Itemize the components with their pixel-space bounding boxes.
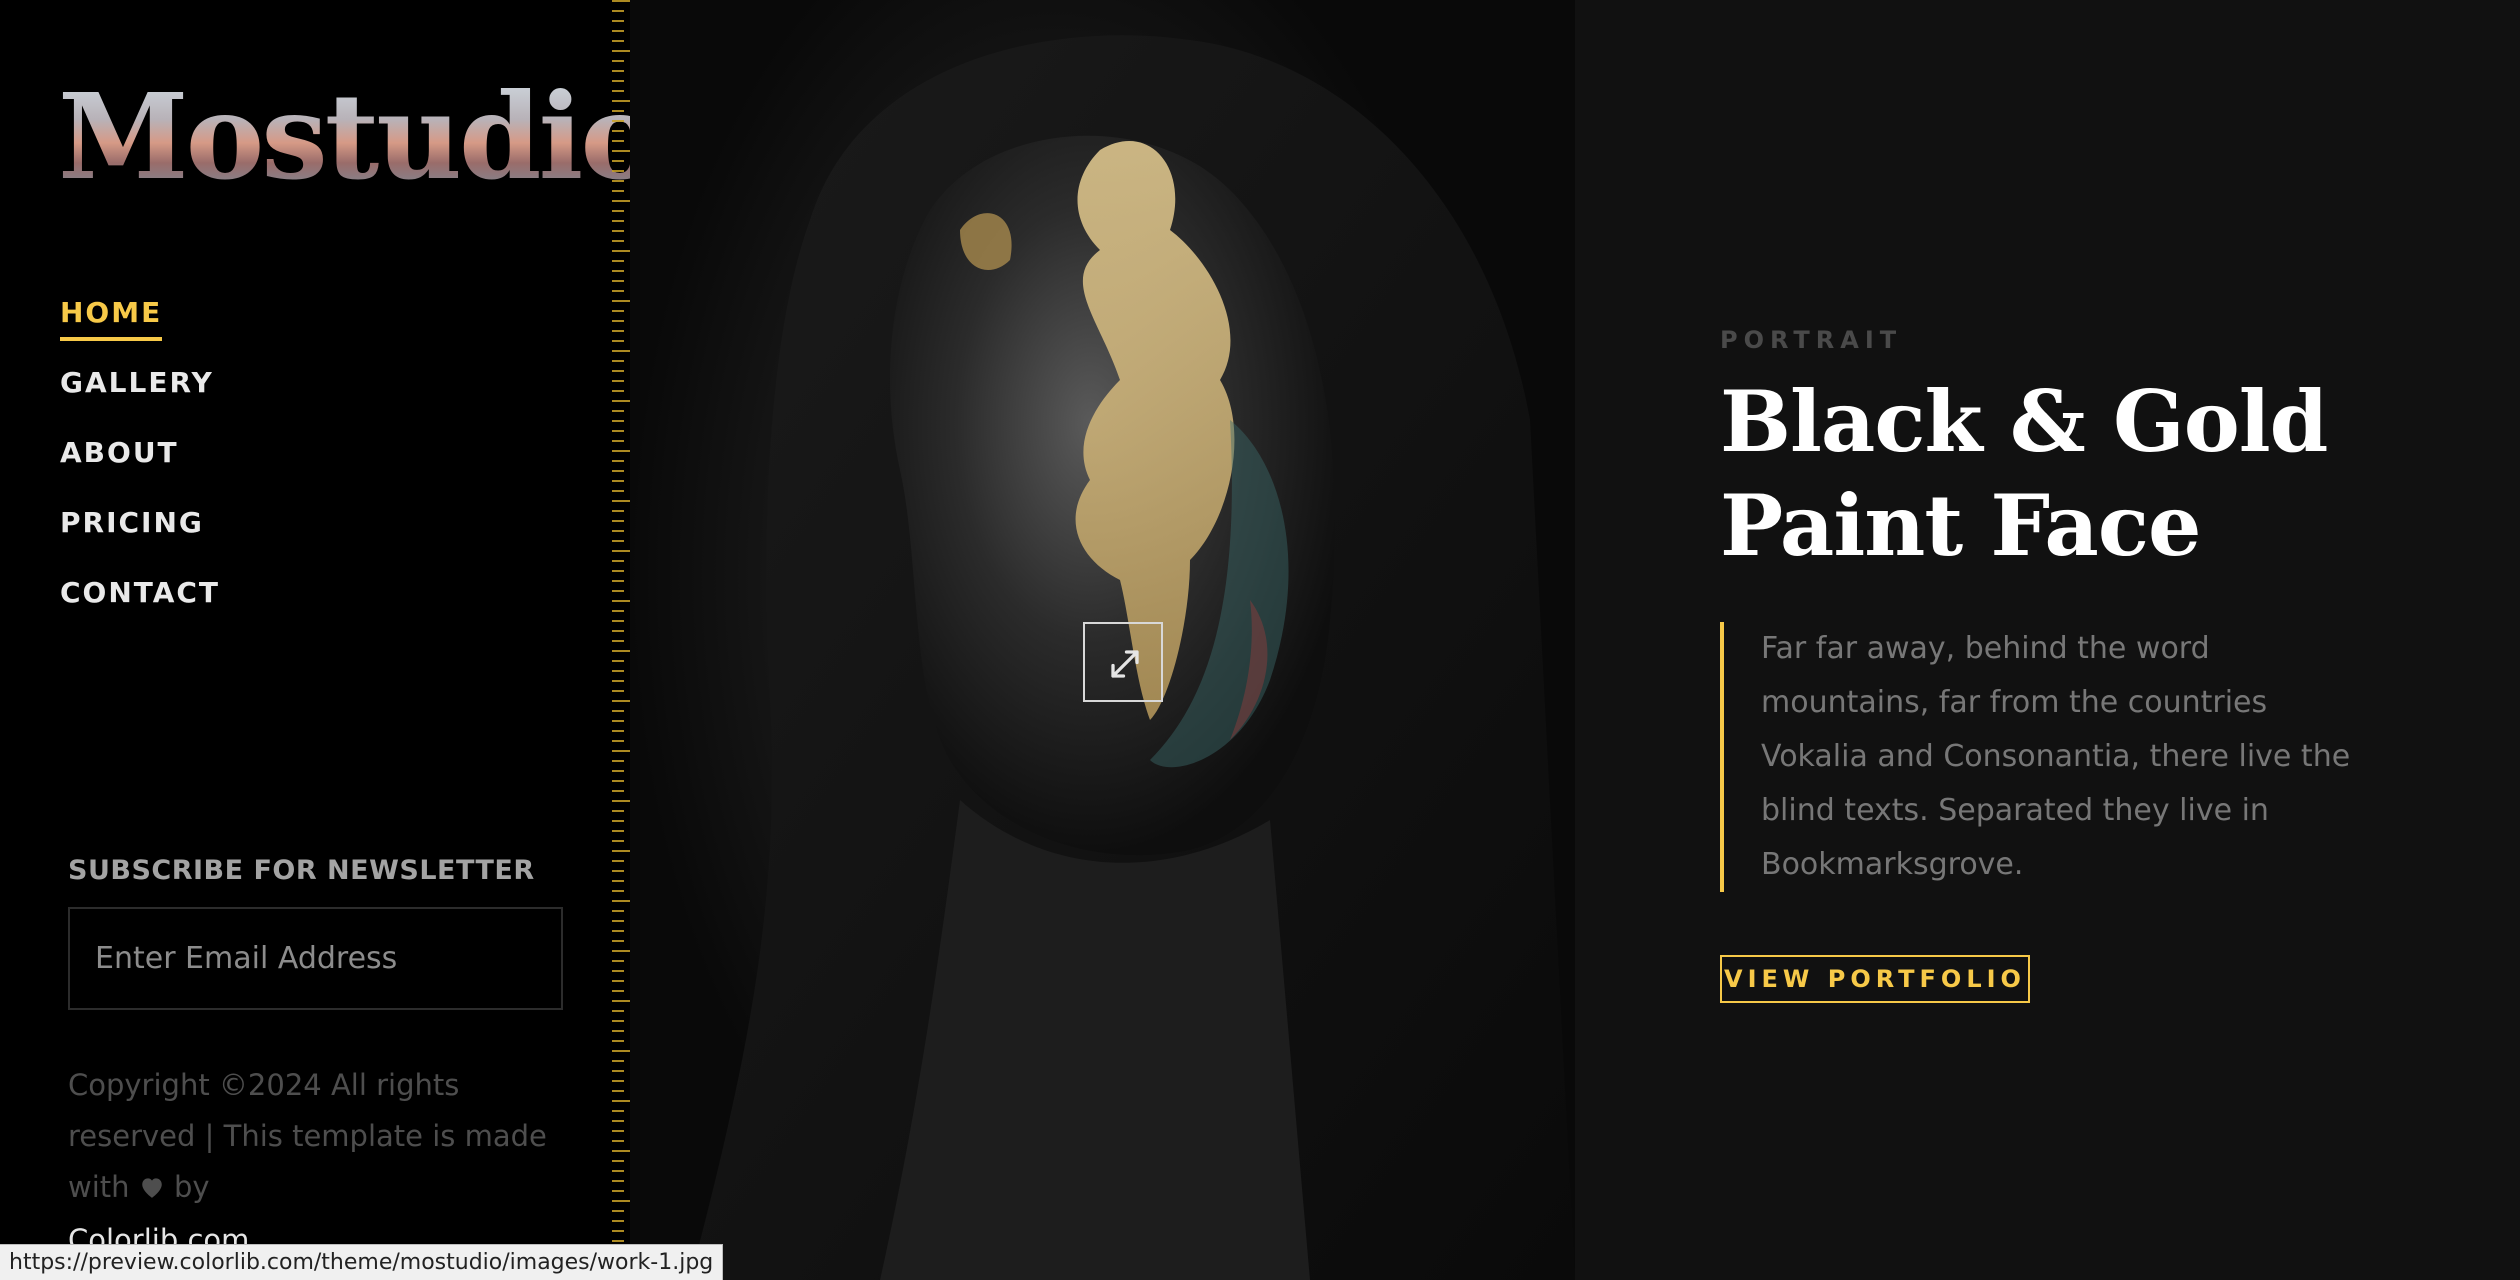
heart-icon [139, 1164, 165, 1215]
nav-item-contact: CONTACT [60, 576, 220, 646]
nav-link-home[interactable]: HOME [60, 296, 163, 341]
ruler-divider [612, 0, 630, 1250]
work-description: Far far away, behind the word mountains,… [1720, 622, 2360, 892]
nav-item-about: ABOUT [60, 436, 220, 506]
main-nav: HOME GALLERY ABOUT PRICING CONTACT [60, 296, 220, 646]
browser-status-bar: https://preview.colorlib.com/theme/mostu… [0, 1244, 724, 1280]
copyright-text: Copyright ©2024 All rights reserved | Th… [68, 1060, 588, 1266]
site-logo[interactable]: Mostudio [58, 78, 659, 196]
copyright-by: by [173, 1170, 210, 1204]
expand-button[interactable] [1083, 622, 1163, 702]
nav-item-gallery: GALLERY [60, 366, 220, 436]
newsletter-title: SUBSCRIBE FOR NEWSLETTER [68, 855, 535, 886]
expand-icon [1111, 650, 1139, 678]
work-category: PORTRAIT [1720, 326, 1903, 354]
work-title-line1: Black & Gold [1720, 372, 2328, 471]
nav-link-contact[interactable]: CONTACT [60, 576, 220, 617]
nav-item-pricing: PRICING [60, 506, 220, 576]
nav-link-pricing[interactable]: PRICING [60, 506, 204, 547]
portfolio-image[interactable] [630, 0, 1575, 1280]
work-title-line2: Paint Face [1720, 476, 2201, 575]
work-details: PORTRAIT Black & Gold Paint Face Far far… [1575, 0, 2520, 1280]
newsletter-email-box [68, 907, 563, 1010]
newsletter-email-input[interactable] [95, 941, 561, 976]
nav-link-gallery[interactable]: GALLERY [60, 366, 214, 407]
nav-link-about[interactable]: ABOUT [60, 436, 179, 477]
nav-item-home: HOME [60, 296, 220, 366]
sidebar: Mostudio HOME GALLERY ABOUT PRICING CONT… [0, 0, 659, 1280]
work-title: Black & Gold Paint Face [1720, 370, 2440, 578]
work-description-text: Far far away, behind the word mountains,… [1761, 631, 2351, 882]
view-portfolio-button[interactable]: VIEW PORTFOLIO [1720, 955, 2030, 1003]
